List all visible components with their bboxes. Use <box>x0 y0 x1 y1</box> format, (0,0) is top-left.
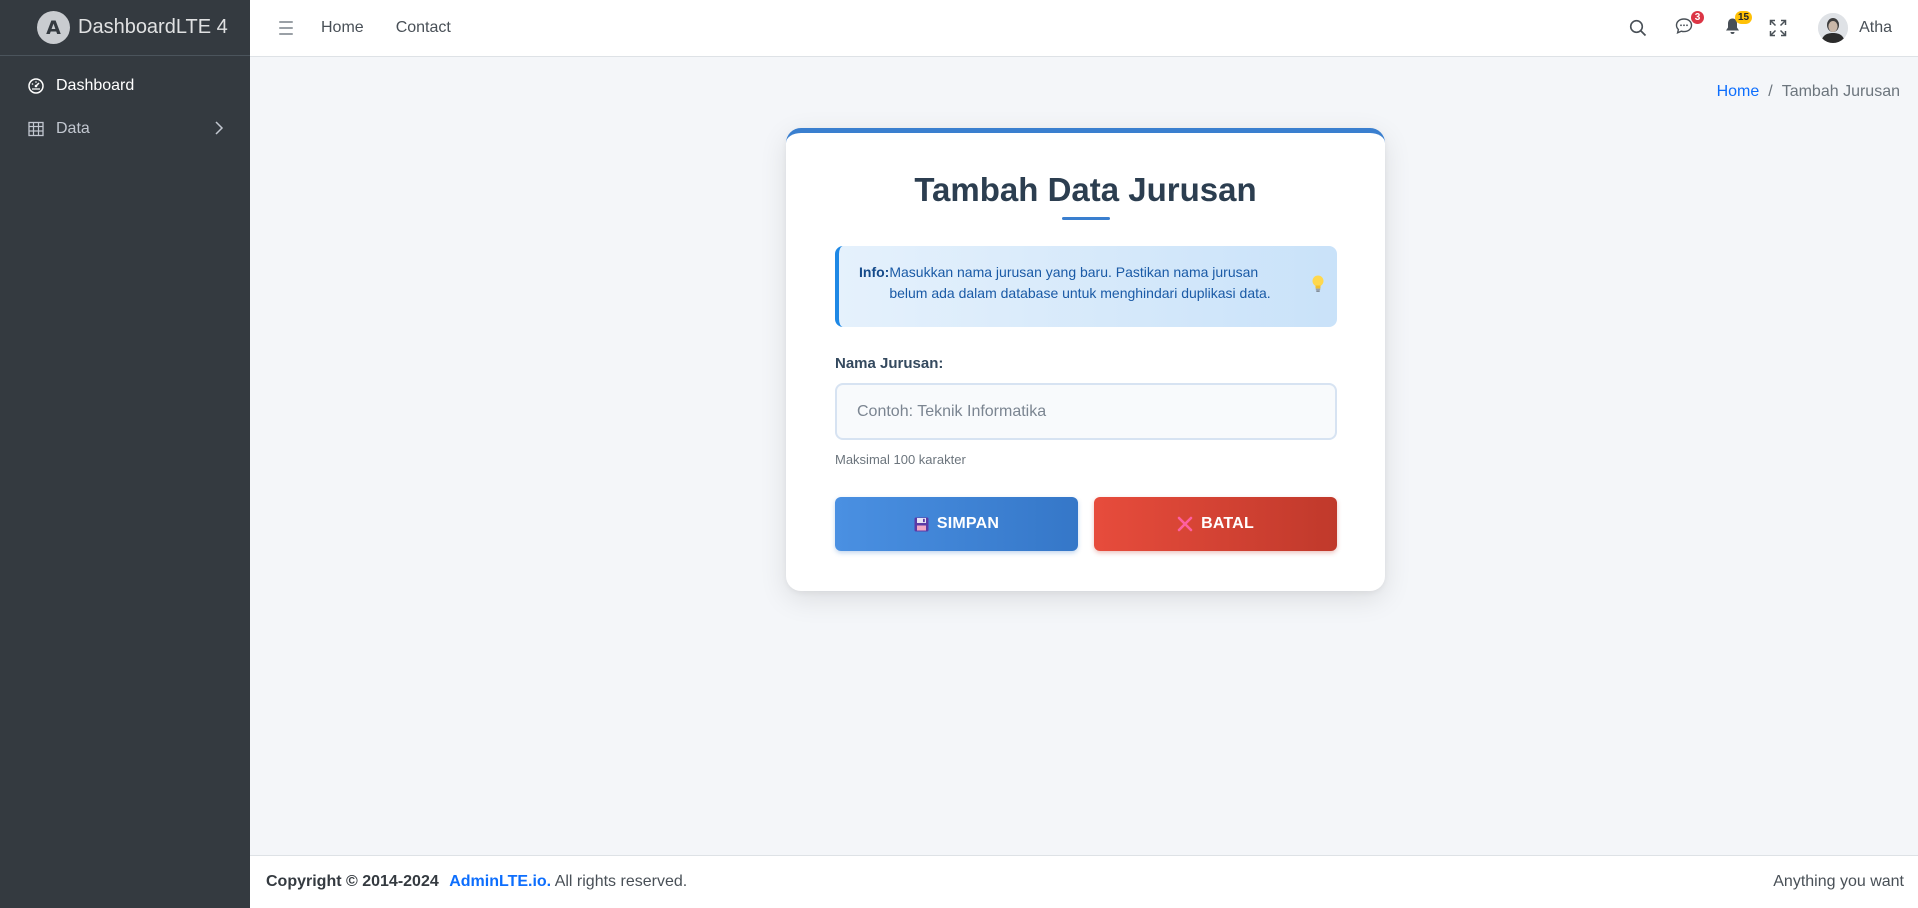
footer-copyright: Copyright © 2014-2024 <box>266 873 439 890</box>
top-navbar: Home Contact 3 15 Atha <box>250 0 1918 57</box>
form-card: Tambah Data Jurusan Info: Masukkan nama … <box>786 128 1385 591</box>
nama-jurusan-input[interactable] <box>835 383 1337 440</box>
notifications-badge: 15 <box>1734 11 1753 24</box>
notifications-button[interactable]: 15 <box>1720 11 1753 40</box>
breadcrumb-current: Tambah Jurusan <box>1781 83 1900 100</box>
breadcrumb-separator: / <box>1768 83 1773 100</box>
save-button-label: SIMPAN <box>936 515 1000 532</box>
nav-link-contact[interactable]: Contact <box>396 19 451 37</box>
navbar-right: 3 15 Atha <box>1626 0 1918 56</box>
chevron-right-icon <box>214 120 224 141</box>
footer-right-text: Anything you want <box>1773 873 1904 890</box>
breadcrumb: Home / Tambah Jurusan <box>1717 83 1900 101</box>
info-text: Masukkan nama jurusan yang baru. Pastika… <box>889 264 1271 301</box>
brand-name: DashboardLTE 4 <box>78 16 228 38</box>
brand-link[interactable]: A DashboardLTE 4 <box>0 0 250 56</box>
cross-icon <box>1177 516 1193 532</box>
fullscreen-icon[interactable] <box>1766 16 1790 40</box>
table-icon <box>27 120 45 138</box>
speedometer-icon <box>27 77 45 95</box>
cancel-button-label: BATAL <box>1201 515 1254 532</box>
sidebar-item-label: Dashboard <box>56 76 135 94</box>
breadcrumb-home[interactable]: Home <box>1717 83 1760 101</box>
search-icon[interactable] <box>1626 16 1650 40</box>
save-button[interactable]: SIMPAN <box>835 497 1078 551</box>
sidebar-item-dashboard[interactable]: Dashboard <box>0 64 250 107</box>
brand-logo: A <box>37 11 70 44</box>
footer-link-adminlte[interactable]: AdminLTE.io. <box>449 873 551 890</box>
page-title: Tambah Data Jurusan <box>914 171 1257 208</box>
user-avatar[interactable] <box>1818 13 1849 43</box>
footer-left: Copyright © 2014-2024 AdminLTE.io. All r… <box>266 873 687 891</box>
footer: Copyright © 2014-2024 AdminLTE.io. All r… <box>250 855 1918 908</box>
menu-toggle-icon[interactable] <box>279 21 293 35</box>
nav-link-home[interactable]: Home <box>321 19 364 37</box>
chat-icon <box>1675 17 1693 40</box>
sidebar-item-data[interactable]: Data <box>0 107 250 150</box>
brand-logo-letter: A <box>46 16 61 39</box>
sidebar-nav: Dashboard Data <box>0 56 250 150</box>
field-label-nama-jurusan: Nama Jurusan: <box>835 355 944 372</box>
cancel-button[interactable]: BATAL <box>1094 497 1337 551</box>
sidebar-item-label: Data <box>56 119 90 137</box>
messages-badge: 3 <box>1691 11 1705 24</box>
user-name[interactable]: Atha <box>1859 19 1892 37</box>
title-underline <box>1061 217 1110 220</box>
info-alert: Info: Masukkan nama jurusan yang baru. P… <box>835 246 1337 327</box>
messages-button[interactable]: 3 <box>1672 11 1705 40</box>
sidebar: A DashboardLTE 4 Dashboard Data <box>0 0 250 908</box>
footer-rights: All rights reserved. <box>551 873 688 890</box>
field-help-text: Maksimal 100 karakter <box>835 452 966 467</box>
floppy-disk-icon <box>914 517 929 532</box>
lightbulb-icon <box>1311 274 1325 300</box>
info-label: Info: <box>859 264 890 280</box>
